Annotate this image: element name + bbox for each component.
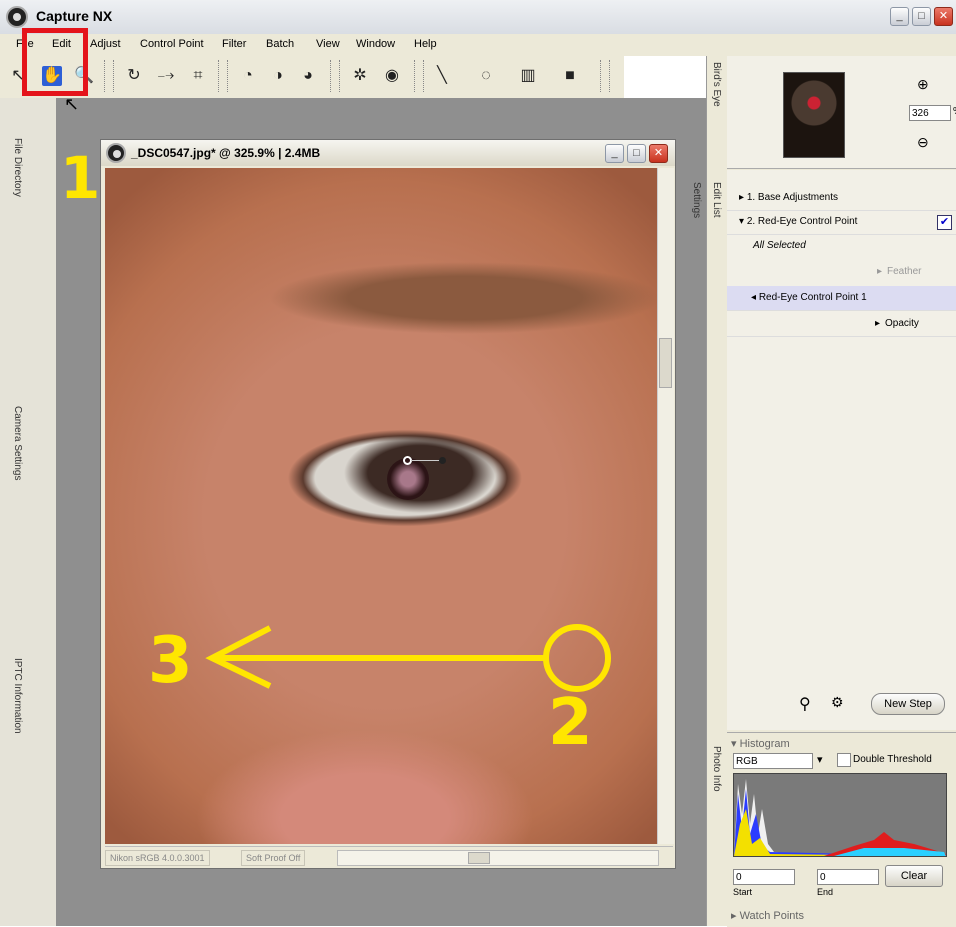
fill-icon[interactable]: ■ bbox=[560, 66, 580, 86]
vertical-scrollbar[interactable] bbox=[657, 168, 674, 844]
histogram-panel: ▾ Histogram RGB ▾ Double Threshold 0 0 S… bbox=[727, 732, 956, 927]
app-titlebar: Capture NX _ □ ✕ bbox=[0, 0, 956, 35]
toolbar-grip[interactable] bbox=[104, 60, 114, 92]
start-input[interactable]: 0 bbox=[733, 869, 795, 885]
drag-arrow-annotation bbox=[205, 624, 611, 692]
close-button[interactable]: ✕ bbox=[934, 7, 953, 26]
image-window-titlebar[interactable]: _DSC0547.jpg* @ 325.9% | 2.4MB _ □ ✕ bbox=[101, 140, 675, 166]
maximize-button[interactable]: □ bbox=[912, 7, 931, 26]
sidebar-item-file-directory[interactable]: File Directory bbox=[12, 138, 23, 197]
image-close-button[interactable]: ✕ bbox=[649, 144, 668, 163]
histogram-title: ▾ Histogram bbox=[731, 738, 790, 750]
double-threshold-label: Double Threshold bbox=[853, 754, 932, 765]
menu-help[interactable]: Help bbox=[414, 38, 437, 50]
crop-icon[interactable]: ⌗ bbox=[188, 66, 208, 86]
histogram-svg bbox=[734, 779, 946, 856]
all-selected-label: All Selected bbox=[753, 240, 806, 251]
watch-points-toggle[interactable]: ▸ Watch Points bbox=[731, 909, 804, 922]
annotation-step-1: 1 bbox=[60, 144, 101, 212]
color-profile-status: Nikon sRGB 4.0.0.3001 bbox=[105, 850, 210, 866]
tab-photo-info[interactable]: Photo Info bbox=[711, 746, 722, 792]
image-window-title: _DSC0547.jpg* @ 325.9% | 2.4MB bbox=[131, 146, 321, 160]
settings-dropdown-icon[interactable]: ⚙ bbox=[831, 694, 844, 711]
right-panel: Bird's Eye Edit List Settings Photo Info… bbox=[691, 56, 956, 927]
end-label: End bbox=[817, 887, 834, 897]
highlight-box bbox=[22, 28, 88, 96]
scroll-thumb[interactable] bbox=[468, 852, 490, 864]
neutral-control-point-icon[interactable]: ◑ bbox=[268, 66, 288, 86]
app-title: Capture NX bbox=[36, 8, 113, 24]
gradient-icon[interactable]: ▥ bbox=[518, 66, 538, 86]
zoom-in-icon[interactable]: ⊕ bbox=[917, 76, 929, 93]
color-control-point-icon[interactable]: ✲ bbox=[350, 66, 370, 86]
toolbar-grip[interactable] bbox=[218, 60, 228, 92]
tab-settings[interactable]: Settings bbox=[691, 182, 702, 218]
add-control-point-icon[interactable]: ⚲ bbox=[799, 694, 811, 714]
straighten-icon[interactable]: ⤍ bbox=[156, 66, 176, 86]
horizontal-scrollbar[interactable] bbox=[337, 850, 659, 866]
edit-step-label: 1. Base Adjustments bbox=[746, 192, 838, 203]
toolbar-grip[interactable] bbox=[600, 60, 610, 92]
menu-bar: File Edit Adjust Control Point Filter Ba… bbox=[0, 34, 956, 56]
edit-step-red-eye[interactable]: ▾ 2. Red-Eye Control Point ✔ bbox=[727, 210, 956, 235]
sidebar-item-iptc-information[interactable]: IPTC Information bbox=[12, 658, 23, 734]
toolbar: ↖ ✋ 🔍 ↻ ⤍ ⌗ ◔ ◑ ◕ ✲ ◉ ╲ ◌ ▥ ■ bbox=[0, 56, 624, 99]
edit-list-panel: ▸ 1. Base Adjustments ▾ 2. Red-Eye Contr… bbox=[727, 170, 956, 730]
rotate-icon[interactable]: ↻ bbox=[124, 66, 144, 86]
step-enabled-checkbox[interactable]: ✔ bbox=[937, 215, 952, 230]
menu-window[interactable]: Window bbox=[356, 38, 395, 50]
birds-eye-panel: ⊕ 326 % ⊖ bbox=[727, 56, 956, 169]
feather-control[interactable]: ▸ Feather bbox=[727, 260, 956, 284]
minimize-button[interactable]: _ bbox=[890, 7, 909, 26]
sidebar-item-camera-settings[interactable]: Camera Settings bbox=[12, 406, 23, 480]
start-label: Start bbox=[733, 887, 753, 897]
tab-edit-list[interactable]: Edit List bbox=[711, 182, 722, 218]
opacity-control[interactable]: ▸ Opacity bbox=[727, 312, 956, 337]
image-icon bbox=[106, 143, 126, 163]
left-sidebar: File Directory Camera Settings IPTC Info… bbox=[0, 98, 57, 926]
image-minimize-button[interactable]: _ bbox=[605, 144, 624, 163]
control-point-line bbox=[411, 460, 441, 461]
brush-icon[interactable]: ╲ bbox=[432, 66, 452, 86]
menu-batch[interactable]: Batch bbox=[266, 38, 294, 50]
control-point-item[interactable]: ◂ Red-Eye Control Point 1 bbox=[727, 286, 956, 311]
tab-birds-eye[interactable]: Bird's Eye bbox=[711, 62, 722, 107]
menu-view[interactable]: View bbox=[316, 38, 340, 50]
menu-filter[interactable]: Filter bbox=[222, 38, 246, 50]
toolbar-grip[interactable] bbox=[330, 60, 340, 92]
cursor-icon: ↖ bbox=[64, 94, 80, 114]
app-logo-icon bbox=[6, 6, 28, 28]
toolbar-grip[interactable] bbox=[414, 60, 424, 92]
menu-adjust[interactable]: Adjust bbox=[90, 38, 121, 50]
zoom-out-icon[interactable]: ⊖ bbox=[917, 134, 929, 151]
lasso-icon[interactable]: ◌ bbox=[476, 66, 496, 86]
new-step-button[interactable]: New Step bbox=[871, 693, 945, 715]
edit-step-label: 2. Red-Eye Control Point bbox=[746, 216, 858, 227]
channel-dropdown-icon[interactable]: ▾ bbox=[817, 753, 823, 766]
double-threshold-checkbox[interactable] bbox=[837, 753, 851, 767]
control-point-handle[interactable] bbox=[439, 457, 446, 464]
image-statusbar: Nikon sRGB 4.0.0.3001 Soft Proof Off bbox=[105, 846, 673, 867]
black-control-point-icon[interactable]: ◔ bbox=[238, 66, 258, 86]
edit-step-base-adjustments[interactable]: ▸ 1. Base Adjustments bbox=[727, 186, 956, 211]
white-control-point-icon[interactable]: ◕ bbox=[298, 66, 318, 86]
zoom-input[interactable]: 326 bbox=[909, 105, 951, 121]
scroll-thumb[interactable] bbox=[659, 338, 672, 388]
end-input[interactable]: 0 bbox=[817, 869, 879, 885]
soft-proof-status[interactable]: Soft Proof Off bbox=[241, 850, 306, 866]
image-maximize-button[interactable]: □ bbox=[627, 144, 646, 163]
menu-control-point[interactable]: Control Point bbox=[140, 38, 204, 50]
annotation-step-3: 3 bbox=[148, 624, 193, 698]
red-eye-control-point-icon[interactable]: ◉ bbox=[382, 66, 402, 86]
birds-eye-thumbnail[interactable] bbox=[783, 72, 845, 158]
channel-select[interactable]: RGB bbox=[733, 753, 813, 769]
histogram-graph[interactable] bbox=[733, 773, 947, 857]
clear-button[interactable]: Clear bbox=[885, 865, 943, 887]
